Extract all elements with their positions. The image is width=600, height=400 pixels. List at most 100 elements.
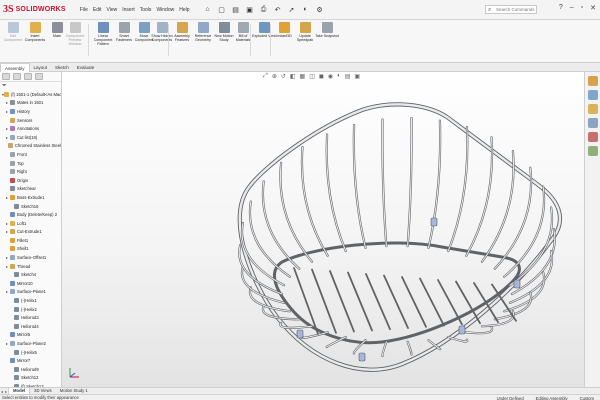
- filter-icon[interactable]: ⏷: [0, 82, 61, 90]
- configuration-manager-tab-icon[interactable]: [24, 73, 32, 80]
- view-palette-icon[interactable]: [588, 118, 598, 128]
- tree-item[interactable]: ▸ Surface-Plane1: [2, 288, 61, 297]
- tab-assembly[interactable]: Assembly: [0, 63, 30, 72]
- appearances-icon[interactable]: [588, 132, 598, 142]
- tree-item[interactable]: Right: [2, 167, 61, 176]
- tree-item[interactable]: Sketchear: [2, 185, 61, 194]
- feature-icon: [10, 134, 15, 140]
- menu-item-insert[interactable]: Insert: [122, 7, 135, 13]
- tree-item[interactable]: (-)Helix5: [2, 348, 61, 357]
- close-icon[interactable]: ✕: [590, 4, 596, 12]
- tree-item[interactable]: ▸ Thread: [2, 262, 61, 271]
- dish-rack-model[interactable]: [62, 72, 584, 387]
- feature-manager-tab-icon[interactable]: [2, 73, 10, 80]
- restore-icon[interactable]: ▫: [581, 4, 583, 12]
- ribbon-button-take-snapshot[interactable]: Take Snapshot: [315, 22, 339, 60]
- ribbon-button-edit-component[interactable]: Edit Component: [2, 22, 24, 60]
- tree-item[interactable]: Helixrod3: [2, 313, 61, 322]
- tree-item[interactable]: ▸ Cut list(18): [2, 133, 61, 142]
- ribbon-icon: [321, 22, 333, 33]
- file-explorer-icon[interactable]: [588, 104, 598, 114]
- tree-item[interactable]: Mirror7: [2, 356, 61, 365]
- dimxpert-tab-icon[interactable]: [35, 73, 43, 80]
- tree-item-label: Cut-Extrude1: [17, 229, 42, 235]
- ribbon-button-exploded-view[interactable]: Exploded View: [252, 22, 276, 60]
- tree-item[interactable]: Top: [2, 159, 61, 168]
- tree-item[interactable]: Sensors: [2, 116, 61, 125]
- tree-item[interactable]: Helixrod4: [2, 322, 61, 331]
- tree-item[interactable]: ▸ Annotations: [2, 124, 61, 133]
- tree-item[interactable]: (-)Helix1: [2, 296, 61, 305]
- help-icon[interactable]: ?: [559, 4, 563, 12]
- tree-item[interactable]: Chromed Stainless Steel: [2, 142, 61, 151]
- open-folder-icon[interactable]: ▤: [231, 5, 241, 15]
- tree-item[interactable]: ▸ Loft1: [2, 219, 61, 228]
- ribbon-separator: [88, 24, 89, 56]
- menu-item-edit[interactable]: Edit: [93, 7, 102, 13]
- ribbon-button-reference-geometry[interactable]: Reference Geometry: [192, 22, 214, 60]
- tree-item[interactable]: ▸ Cut-Extrude1: [2, 228, 61, 237]
- ribbon-button-assembly-features[interactable]: Assembly Features: [171, 22, 193, 60]
- ribbon-button-linear-component-pattern[interactable]: Linear Component Pattern: [92, 22, 114, 60]
- design-library-icon[interactable]: [588, 90, 598, 100]
- menu-item-view[interactable]: View: [106, 7, 117, 13]
- graphics-area[interactable]: ⤢ ⊕ ↺ ◧ ▦ ◫ ◼ ◉ ◐ ▤ ▣: [62, 72, 584, 387]
- tab-evaluate[interactable]: Evaluate: [73, 63, 99, 72]
- tree-item[interactable]: Body (Delete/Keep) 2: [2, 210, 61, 219]
- tree-item[interactable]: Front: [2, 150, 61, 159]
- property-manager-tab-icon[interactable]: [13, 73, 21, 80]
- ribbon-button-update-speedpak[interactable]: Update Speedpak: [294, 22, 316, 60]
- tab-sketch[interactable]: Sketch: [51, 63, 73, 72]
- command-manager-tabs: Assembly Layout Sketch Evaluate: [0, 63, 600, 72]
- tree-item[interactable]: Fillet1: [2, 236, 61, 245]
- tree-item[interactable]: ▸ Mates in 1501: [2, 99, 61, 108]
- select-pointer-icon[interactable]: ➚: [287, 5, 297, 15]
- ribbon-icon: [237, 22, 249, 33]
- feature-icon: [10, 229, 15, 235]
- feature-icon: [14, 315, 19, 321]
- basket-foot: [430, 217, 438, 227]
- ribbon-button-component-preview-window[interactable]: Component Preview Window: [64, 22, 86, 60]
- minimize-icon[interactable]: –: [570, 4, 574, 12]
- tree-item-label: Fillet1: [17, 237, 29, 243]
- print-icon[interactable]: ⎙: [259, 5, 269, 15]
- tree-item[interactable]: Shell1: [2, 245, 61, 254]
- tree-item[interactable]: ▸ History: [2, 107, 61, 116]
- solidworks-logo[interactable]: 3S SOLIDWORKS: [3, 1, 66, 19]
- tree-item[interactable]: ▸ Surface-Plane2: [2, 339, 61, 348]
- menu-item-tools[interactable]: Tools: [140, 7, 152, 13]
- tree-item[interactable]: ▸ Surface-Offset1: [2, 253, 61, 262]
- title-bar: 3S SOLIDWORKS File Edit View Insert Tools Win…: [0, 0, 600, 20]
- ribbon-button-insert-components[interactable]: Insert Components: [24, 22, 46, 60]
- rebuild-icon[interactable]: ◐: [301, 5, 311, 15]
- feature-icon: [14, 349, 19, 355]
- undo-icon[interactable]: ↶: [273, 5, 283, 15]
- menu-item-window[interactable]: Window: [156, 7, 174, 13]
- tree-item[interactable]: Sketch12: [2, 374, 61, 383]
- tree-item[interactable]: (-)Helix2: [2, 305, 61, 314]
- task-pane: [584, 72, 600, 387]
- tree-item[interactable]: Helixrod9: [2, 365, 61, 374]
- new-document-icon[interactable]: ▢: [217, 5, 227, 15]
- tree-item[interactable]: Mirror5: [2, 331, 61, 340]
- save-icon[interactable]: ▣: [245, 5, 255, 15]
- options-gear-icon[interactable]: ⚙: [315, 5, 325, 15]
- tree-item[interactable]: ▾(f) 1501-1 (Default<As Machined>): [2, 90, 61, 99]
- tree-item[interactable]: Mirror10: [2, 279, 61, 288]
- basket-vertical-wire-highlight: [447, 126, 468, 252]
- solidworks-resources-icon[interactable]: [588, 76, 598, 86]
- tab-layout[interactable]: Layout: [30, 63, 52, 72]
- home-icon[interactable]: ⌂: [203, 5, 213, 15]
- feature-icon: [10, 117, 15, 123]
- search-commands-input[interactable]: ⌕ Search Commands: [485, 5, 537, 14]
- ribbon-button-instant3d[interactable]: Instant3D: [273, 22, 295, 60]
- basket-foot: [296, 329, 304, 339]
- tree-item[interactable]: Sketch4: [2, 270, 61, 279]
- menu-item-help[interactable]: Help: [179, 7, 189, 13]
- custom-properties-icon[interactable]: [588, 146, 598, 156]
- menu-item-file[interactable]: File: [80, 7, 88, 13]
- tree-item[interactable]: ▸ Boss-Extrude1: [2, 193, 61, 202]
- tree-item[interactable]: Origin: [2, 176, 61, 185]
- tree-item[interactable]: Sketch16: [2, 202, 61, 211]
- feature-icon: [10, 169, 15, 175]
